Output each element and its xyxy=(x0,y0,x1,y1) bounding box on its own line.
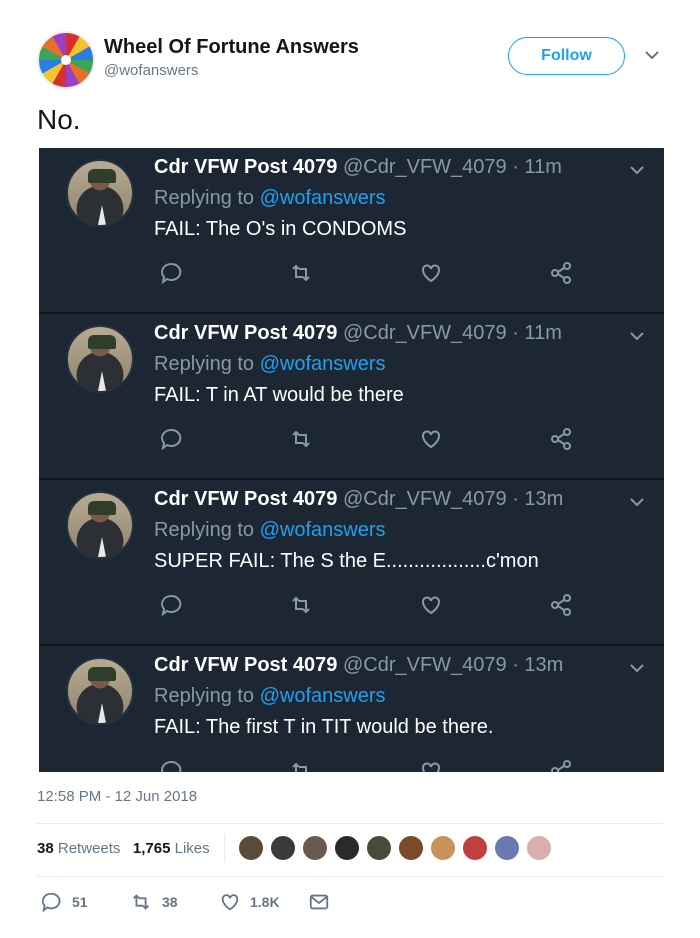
retweet-icon xyxy=(292,596,310,614)
reply-text: SUPER FAIL: The S the E.................… xyxy=(154,550,539,572)
reply-name: Cdr VFW Post 4079 xyxy=(154,488,338,510)
author-name[interactable]: Wheel Of Fortune Answers xyxy=(104,36,359,59)
reply-time: · 13m xyxy=(512,488,564,510)
reply-handle: @Cdr_VFW_4079 xyxy=(342,156,507,178)
reply-time: · 11m xyxy=(512,156,562,178)
reply-name: Cdr VFW Post 4079 xyxy=(154,322,338,344)
share-icon xyxy=(551,594,571,616)
tweet-header: Wheel Of Fortune Answers @wofanswers Fol… xyxy=(0,0,700,100)
reply-count: 51 xyxy=(72,894,88,910)
author-handle[interactable]: @wofanswers xyxy=(104,62,198,79)
liker-avatar[interactable] xyxy=(397,834,425,862)
stats-divider xyxy=(224,834,225,862)
replying-to: Replying to @wofanswers xyxy=(154,519,386,541)
reply-name: Cdr VFW Post 4079 xyxy=(154,156,338,178)
reply-header: Cdr VFW Post 4079 @Cdr_VFW_4079 · 11m xyxy=(154,156,562,179)
divider xyxy=(37,823,663,824)
reply-item: Cdr VFW Post 4079 @Cdr_VFW_4079 · 13m Re… xyxy=(39,480,664,646)
liker-avatar[interactable] xyxy=(461,834,489,862)
reply-header: Cdr VFW Post 4079 @Cdr_VFW_4079 · 11m xyxy=(154,322,562,345)
reply-header: Cdr VFW Post 4079 @Cdr_VFW_4079 · 13m xyxy=(154,488,563,511)
replying-to: Replying to @wofanswers xyxy=(154,685,386,707)
reply-icon xyxy=(161,594,182,617)
liker-avatar[interactable] xyxy=(269,834,297,862)
likes-stat[interactable]: 1,765 Likes xyxy=(133,840,210,857)
retweets-stat[interactable]: 38 Retweets xyxy=(37,840,120,857)
liker-avatar[interactable] xyxy=(301,834,329,862)
reply-item: Cdr VFW Post 4079 @Cdr_VFW_4079 · 11m Re… xyxy=(39,148,664,314)
tweet-stats: 38 Retweets 1,765 Likes xyxy=(37,840,210,857)
reply-time: · 11m xyxy=(512,322,562,344)
heart-icon xyxy=(422,264,440,283)
chevron-down-icon xyxy=(630,166,644,175)
reply-name: Cdr VFW Post 4079 xyxy=(154,654,338,676)
replying-to: Replying to @wofanswers xyxy=(154,353,386,375)
retweet-icon[interactable] xyxy=(130,891,152,913)
replies-image[interactable]: Cdr VFW Post 4079 @Cdr_VFW_4079 · 11m Re… xyxy=(39,148,664,772)
tweet-timestamp[interactable]: 12:58 PM - 12 Jun 2018 xyxy=(37,788,197,805)
reply-icon xyxy=(161,428,182,451)
envelope-icon[interactable] xyxy=(308,891,330,913)
liker-avatar[interactable] xyxy=(493,834,521,862)
mention-link: @wofanswers xyxy=(259,187,386,209)
heart-icon xyxy=(422,762,440,772)
chevron-down-icon xyxy=(630,498,644,507)
reply-handle: @Cdr_VFW_4079 xyxy=(342,488,507,510)
retweet-count: 38 xyxy=(162,894,178,910)
reply-icon[interactable] xyxy=(40,891,62,913)
liker-avatar[interactable] xyxy=(365,834,393,862)
retweet-icon xyxy=(292,264,310,282)
retweet-icon xyxy=(292,762,307,772)
liker-avatar[interactable] xyxy=(333,834,361,862)
reply-avatar xyxy=(66,159,134,227)
heart-icon[interactable] xyxy=(219,891,241,913)
share-icon xyxy=(551,262,571,284)
replying-to: Replying to @wofanswers xyxy=(154,187,386,209)
mention-link: @wofanswers xyxy=(259,353,386,375)
reply-avatar xyxy=(66,325,134,393)
reply-header: Cdr VFW Post 4079 @Cdr_VFW_4079 · 13m xyxy=(154,654,563,677)
divider xyxy=(37,876,663,877)
mention-link: @wofanswers xyxy=(259,519,386,541)
heart-icon xyxy=(422,596,440,615)
chevron-down-icon[interactable] xyxy=(643,48,661,62)
chevron-down-icon xyxy=(630,664,644,673)
heart-icon xyxy=(422,430,440,449)
reply-time: · 13m xyxy=(512,654,564,676)
tweet-text: No. xyxy=(37,104,81,135)
mention-link: @wofanswers xyxy=(259,685,386,707)
share-icon xyxy=(551,428,571,450)
reply-handle: @Cdr_VFW_4079 xyxy=(342,654,507,676)
reply-item: Cdr VFW Post 4079 @Cdr_VFW_4079 · 11m Re… xyxy=(39,314,664,480)
liker-avatar[interactable] xyxy=(237,834,265,862)
reply-handle: @Cdr_VFW_4079 xyxy=(342,322,507,344)
reply-avatar xyxy=(66,657,134,725)
liker-avatar[interactable] xyxy=(429,834,457,862)
follow-button[interactable]: Follow xyxy=(508,37,625,75)
author-avatar[interactable] xyxy=(37,31,95,89)
reply-icon xyxy=(161,262,182,285)
like-count: 1.8K xyxy=(250,894,280,910)
liker-avatar[interactable] xyxy=(525,834,553,862)
share-icon xyxy=(551,760,571,772)
retweet-icon xyxy=(292,430,310,448)
reply-text: FAIL: T in AT would be there xyxy=(154,384,404,406)
reply-text: FAIL: The O's in CONDOMS xyxy=(154,218,407,240)
reply-icon xyxy=(161,760,182,772)
reply-avatar xyxy=(66,491,134,559)
chevron-down-icon xyxy=(630,332,644,341)
reply-item: Cdr VFW Post 4079 @Cdr_VFW_4079 · 13m Re… xyxy=(39,646,664,772)
reply-text: FAIL: The first T in TIT would be there. xyxy=(154,716,494,738)
